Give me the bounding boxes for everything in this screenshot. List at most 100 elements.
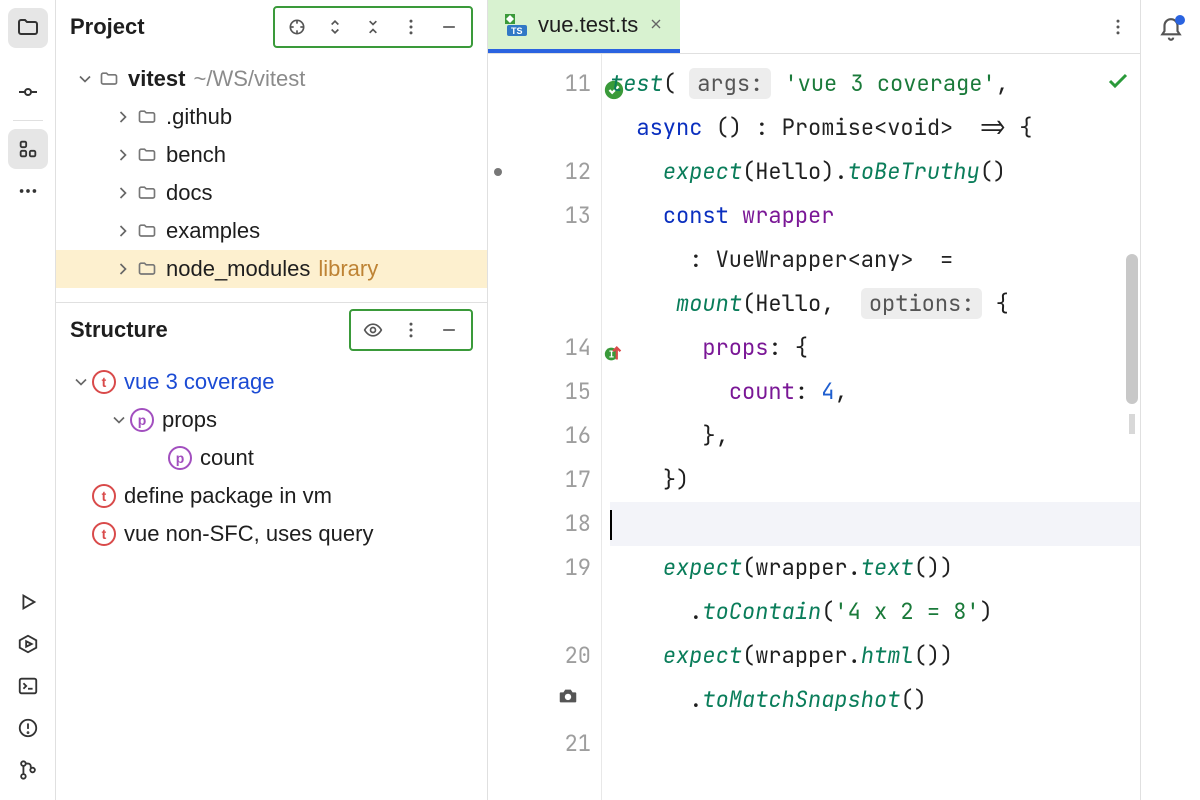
- view-options-button[interactable]: [355, 313, 391, 347]
- chevron-down-icon[interactable]: [70, 372, 92, 392]
- structure-row[interactable]: t vue 3 coverage: [56, 363, 487, 401]
- code-content[interactable]: test( args: 'vue 3 coverage', async () :…: [602, 54, 1140, 800]
- editor-tab-bar: TS vue.test.ts: [488, 0, 1140, 54]
- tree-label: docs: [166, 180, 212, 206]
- structure-label: count: [200, 445, 254, 471]
- run-tool-button[interactable]: [8, 582, 48, 622]
- structure-tool-button[interactable]: [8, 129, 48, 169]
- chevron-right-icon[interactable]: [112, 145, 134, 165]
- terminal-tool-button[interactable]: [8, 666, 48, 706]
- folder-tool-button[interactable]: [8, 8, 48, 48]
- left-toolbar: [0, 0, 56, 800]
- hide-project-button[interactable]: [431, 10, 467, 44]
- tree-row-root[interactable]: vitest ~/WS/vitest: [56, 60, 487, 98]
- editor-tab-active[interactable]: TS vue.test.ts: [488, 0, 680, 53]
- svg-text:TS: TS: [511, 26, 523, 36]
- project-panel-tools: [273, 6, 473, 48]
- tree-label: bench: [166, 142, 226, 168]
- structure-label: vue 3 coverage: [124, 369, 274, 395]
- folder-icon: [134, 259, 160, 279]
- line-number: 12: [565, 157, 591, 186]
- text-caret: [610, 510, 612, 540]
- tree-suffix: library: [318, 256, 378, 282]
- chevron-down-icon[interactable]: [108, 410, 130, 430]
- chevron-right-icon[interactable]: [112, 107, 134, 127]
- structure-panel-title: Structure: [70, 317, 349, 343]
- test-badge-icon: t: [92, 522, 116, 546]
- project-panel-header: Project: [56, 0, 487, 54]
- modified-line-icon: [494, 168, 502, 176]
- tree-label: examples: [166, 218, 260, 244]
- test-badge-icon: t: [92, 370, 116, 394]
- tree-row[interactable]: node_modules library: [56, 250, 487, 288]
- scrollbar-thumb[interactable]: [1126, 254, 1138, 404]
- property-badge-icon: p: [168, 446, 192, 470]
- services-tool-button[interactable]: [8, 624, 48, 664]
- editor-gutter[interactable]: 11 12 13 14 I 15 16 17 18 19 20: [488, 54, 602, 800]
- tree-row[interactable]: bench: [56, 136, 487, 174]
- problems-tool-button[interactable]: [8, 708, 48, 748]
- folder-icon: [96, 69, 122, 89]
- line-number: 15: [565, 377, 591, 406]
- notifications-button[interactable]: [1151, 10, 1191, 50]
- vcs-tool-button[interactable]: [8, 750, 48, 790]
- structure-row[interactable]: t define package in vm: [56, 477, 487, 515]
- structure-tree: t vue 3 coverage p props p count t defin…: [56, 357, 487, 559]
- line-number: 11: [565, 69, 591, 98]
- folder-icon: [134, 145, 160, 165]
- project-options-button[interactable]: [393, 10, 429, 44]
- tab-filename: vue.test.ts: [538, 12, 638, 38]
- line-number: 20: [565, 641, 591, 670]
- structure-row[interactable]: t vue non-SFC, uses query: [56, 515, 487, 553]
- structure-panel-header: Structure: [56, 303, 487, 357]
- structure-label: define package in vm: [124, 483, 332, 509]
- tree-label: .github: [166, 104, 232, 130]
- snapshot-icon[interactable]: [557, 678, 579, 722]
- tree-label: vitest: [128, 66, 185, 92]
- chevron-right-icon[interactable]: [112, 183, 134, 203]
- commit-tool-button[interactable]: [8, 72, 48, 112]
- notification-dot-icon: [1175, 15, 1185, 25]
- test-badge-icon: t: [92, 484, 116, 508]
- property-badge-icon: p: [130, 408, 154, 432]
- structure-row[interactable]: p props: [56, 401, 487, 439]
- line-number: 19: [565, 553, 591, 582]
- tree-row[interactable]: docs: [56, 174, 487, 212]
- tree-row[interactable]: .github: [56, 98, 487, 136]
- folder-icon: [134, 183, 160, 203]
- line-number: 17: [565, 465, 591, 494]
- structure-options-button[interactable]: [393, 313, 429, 347]
- project-tree: vitest ~/WS/vitest .github bench docs: [56, 54, 487, 302]
- chevron-right-icon[interactable]: [112, 259, 134, 279]
- structure-panel-tools: [349, 309, 473, 351]
- line-number: 16: [565, 421, 591, 450]
- inspection-ok-icon[interactable]: [1106, 64, 1130, 108]
- expand-collapse-button[interactable]: [317, 10, 353, 44]
- close-tab-button[interactable]: [648, 12, 664, 38]
- folder-icon: [134, 107, 160, 127]
- line-number: 14: [565, 333, 591, 362]
- toolbar-separator: [13, 120, 43, 121]
- folder-icon: [134, 221, 160, 241]
- more-tool-button[interactable]: [8, 171, 48, 211]
- line-number: 18: [565, 509, 591, 538]
- collapse-all-button[interactable]: [355, 10, 391, 44]
- line-number: 21: [565, 729, 591, 758]
- ts-file-icon: TS: [504, 13, 528, 37]
- chevron-down-icon[interactable]: [74, 69, 96, 89]
- scrollbar-marks: [1129, 414, 1135, 434]
- chevron-right-icon[interactable]: [112, 221, 134, 241]
- hide-structure-button[interactable]: [431, 313, 467, 347]
- editor-options-button[interactable]: [1096, 0, 1140, 53]
- tree-row[interactable]: examples: [56, 212, 487, 250]
- select-opened-file-button[interactable]: [279, 10, 315, 44]
- tree-path: ~/WS/vitest: [193, 66, 305, 92]
- structure-label: props: [162, 407, 217, 433]
- project-panel-title: Project: [70, 14, 273, 40]
- structure-label: vue non-SFC, uses query: [124, 521, 373, 547]
- code-editor[interactable]: 11 12 13 14 I 15 16 17 18 19 20: [488, 54, 1140, 800]
- tree-label: node_modules: [166, 256, 310, 282]
- line-number: 13: [565, 201, 591, 230]
- structure-row[interactable]: p count: [56, 439, 487, 477]
- right-toolbar: [1140, 0, 1200, 800]
